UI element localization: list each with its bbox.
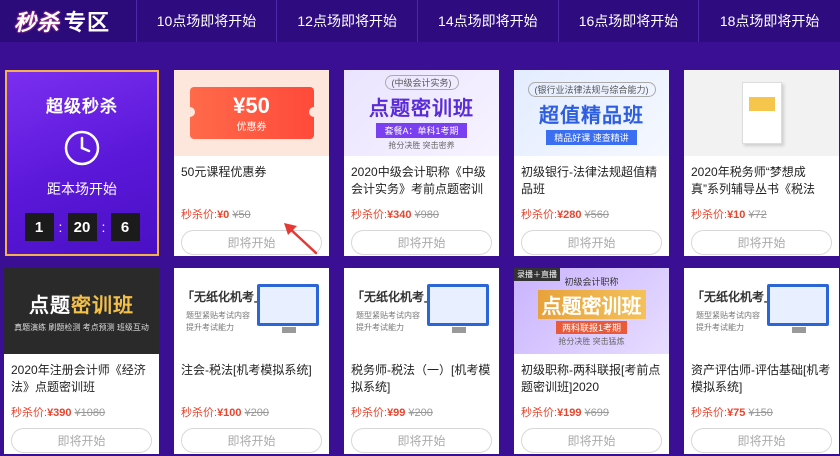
brand-logo[interactable]: 秒杀 专区: [0, 0, 136, 42]
countdown-sep: :: [58, 219, 63, 235]
coming-soon-button[interactable]: 即将开始: [691, 230, 832, 255]
product-price: 秒杀价:¥75 ¥150: [691, 407, 773, 419]
product-price: 秒杀价:¥280 ¥560: [521, 209, 610, 221]
product-thumbnail[interactable]: 「无纸化机考」 题型紧贴考试内容 提升考试能力: [344, 268, 499, 354]
monitor-icon: [767, 284, 829, 333]
product-card[interactable]: 2020年税务师“梦想成真”系列辅导丛书《税法二… 秒杀价:¥10¥72 即将开…: [684, 70, 839, 256]
tab-12[interactable]: 12点场即将开始: [276, 0, 418, 42]
product-price: 秒杀价:¥99 ¥200: [351, 407, 433, 419]
product-price: 秒杀价:¥0 ¥50: [181, 209, 251, 221]
countdown-hours: 1: [24, 213, 54, 241]
product-price: 秒杀价:¥340 ¥980: [351, 209, 440, 221]
flash-sale-panel: 超级秒杀 距本场开始 1 : 20 : 6: [5, 70, 159, 256]
coming-soon-button[interactable]: 即将开始: [691, 428, 832, 453]
product-thumbnail[interactable]: (银行业法律法规与综合能力) 超值精品班 精品好课 速查精讲: [514, 70, 669, 156]
product-title[interactable]: 注会-税法[机考模拟系统]: [181, 362, 322, 396]
product-thumbnail[interactable]: 「无纸化机考」 题型紧贴考试内容 提升考试能力: [174, 268, 329, 354]
product-card[interactable]: 点题密训班 真题演练 刷题检测 考点预测 班级互动 2020年注册会计师《经济法…: [4, 268, 159, 454]
product-title[interactable]: 2020年注册会计师《经济法》点题密训班: [11, 362, 152, 396]
product-thumbnail[interactable]: [684, 70, 839, 156]
countdown-minutes: 20: [67, 213, 97, 241]
top-nav: 秒杀 专区 10点场即将开始 12点场即将开始 14点场即将开始 16点场即将开…: [0, 0, 840, 42]
product-card[interactable]: 「无纸化机考」 题型紧贴考试内容 提升考试能力 注会-税法[机考模拟系统] 秒杀…: [174, 268, 329, 454]
product-price: 秒杀价:¥390 ¥1080: [11, 407, 106, 419]
product-thumbnail[interactable]: (中级会计实务) 点题密训班 套餐A：单科1考期 抢分决胜 突击密养: [344, 70, 499, 156]
product-thumbnail[interactable]: ¥50 优惠券: [174, 70, 329, 156]
product-title[interactable]: 资产评估师-评估基础[机考模拟系统]: [691, 362, 832, 396]
product-title[interactable]: 初级职称-两科联报[考前点题密训班]2020: [521, 362, 662, 396]
countdown-label: 距本场开始: [47, 181, 117, 197]
pointer-arrow-icon: [284, 223, 318, 255]
product-card[interactable]: 「无纸化机考」 题型紧贴考试内容 提升考试能力 税务师-税法（一）[机考模拟系统…: [344, 268, 499, 454]
coming-soon-button[interactable]: 即将开始: [521, 230, 662, 255]
product-title[interactable]: 2020中级会计职称《中级会计实务》考前点题密训班: [351, 164, 492, 198]
product-price: 秒杀价:¥199 ¥699: [521, 407, 610, 419]
product-title[interactable]: 税务师-税法（一）[机考模拟系统]: [351, 362, 492, 396]
tab-18[interactable]: 18点场即将开始: [698, 0, 840, 42]
product-thumbnail[interactable]: 「无纸化机考」 题型紧贴考试内容 提升考试能力: [684, 268, 839, 354]
coming-soon-button[interactable]: 即将开始: [11, 428, 152, 453]
coupon-value: ¥50: [233, 92, 270, 118]
brand-text-2: 专区: [64, 10, 111, 35]
coupon-label: 优惠券: [236, 121, 267, 133]
coming-soon-button[interactable]: 即将开始: [181, 428, 322, 453]
product-title[interactable]: 初级银行-法律法规超值精品班: [521, 164, 662, 198]
product-title[interactable]: 2020年税务师“梦想成真”系列辅导丛书《税法二…: [691, 164, 832, 198]
product-title[interactable]: 50元课程优惠券: [181, 164, 322, 198]
product-price: 秒杀价:¥10 ¥72: [691, 209, 767, 221]
product-card[interactable]: 「无纸化机考」 题型紧贴考试内容 提升考试能力 资产评估师-评估基础[机考模拟系…: [684, 268, 839, 454]
coupon-graphic: ¥50 优惠券: [184, 87, 319, 139]
coming-soon-button[interactable]: 即将开始: [351, 230, 492, 255]
product-price: 秒杀价:¥100 ¥200: [181, 407, 270, 419]
countdown-sep: :: [101, 219, 106, 235]
product-thumbnail[interactable]: 录播＋直播 初级会计职称 点题密训班 两科联报1考期 抢分决胜 突击猛炼: [514, 268, 669, 354]
tab-16[interactable]: 16点场即将开始: [557, 0, 699, 42]
clock-icon: [64, 130, 100, 166]
tab-14[interactable]: 14点场即将开始: [417, 0, 558, 42]
countdown: 1 : 20 : 6: [24, 213, 140, 241]
coming-soon-button[interactable]: 即将开始: [521, 428, 662, 453]
brand-text-1: 秒杀: [14, 10, 61, 35]
flash-sale-title: 超级秒杀: [46, 97, 118, 116]
coming-soon-button[interactable]: 即将开始: [351, 428, 492, 453]
product-card[interactable]: (中级会计实务) 点题密训班 套餐A：单科1考期 抢分决胜 突击密养 2020中…: [344, 70, 499, 256]
product-card[interactable]: (银行业法律法规与综合能力) 超值精品班 精品好课 速查精讲 初级银行-法律法规…: [514, 70, 669, 256]
product-thumbnail[interactable]: 点题密训班 真题演练 刷题检测 考点预测 班级互动: [4, 268, 159, 354]
monitor-icon: [427, 284, 489, 333]
product-card[interactable]: 录播＋直播 初级会计职称 点题密训班 两科联报1考期 抢分决胜 突击猛炼 初级职…: [514, 268, 669, 454]
countdown-seconds: 6: [110, 213, 140, 241]
monitor-icon: [257, 284, 319, 333]
book-cover: [741, 82, 782, 144]
tab-10[interactable]: 10点场即将开始: [135, 0, 277, 42]
